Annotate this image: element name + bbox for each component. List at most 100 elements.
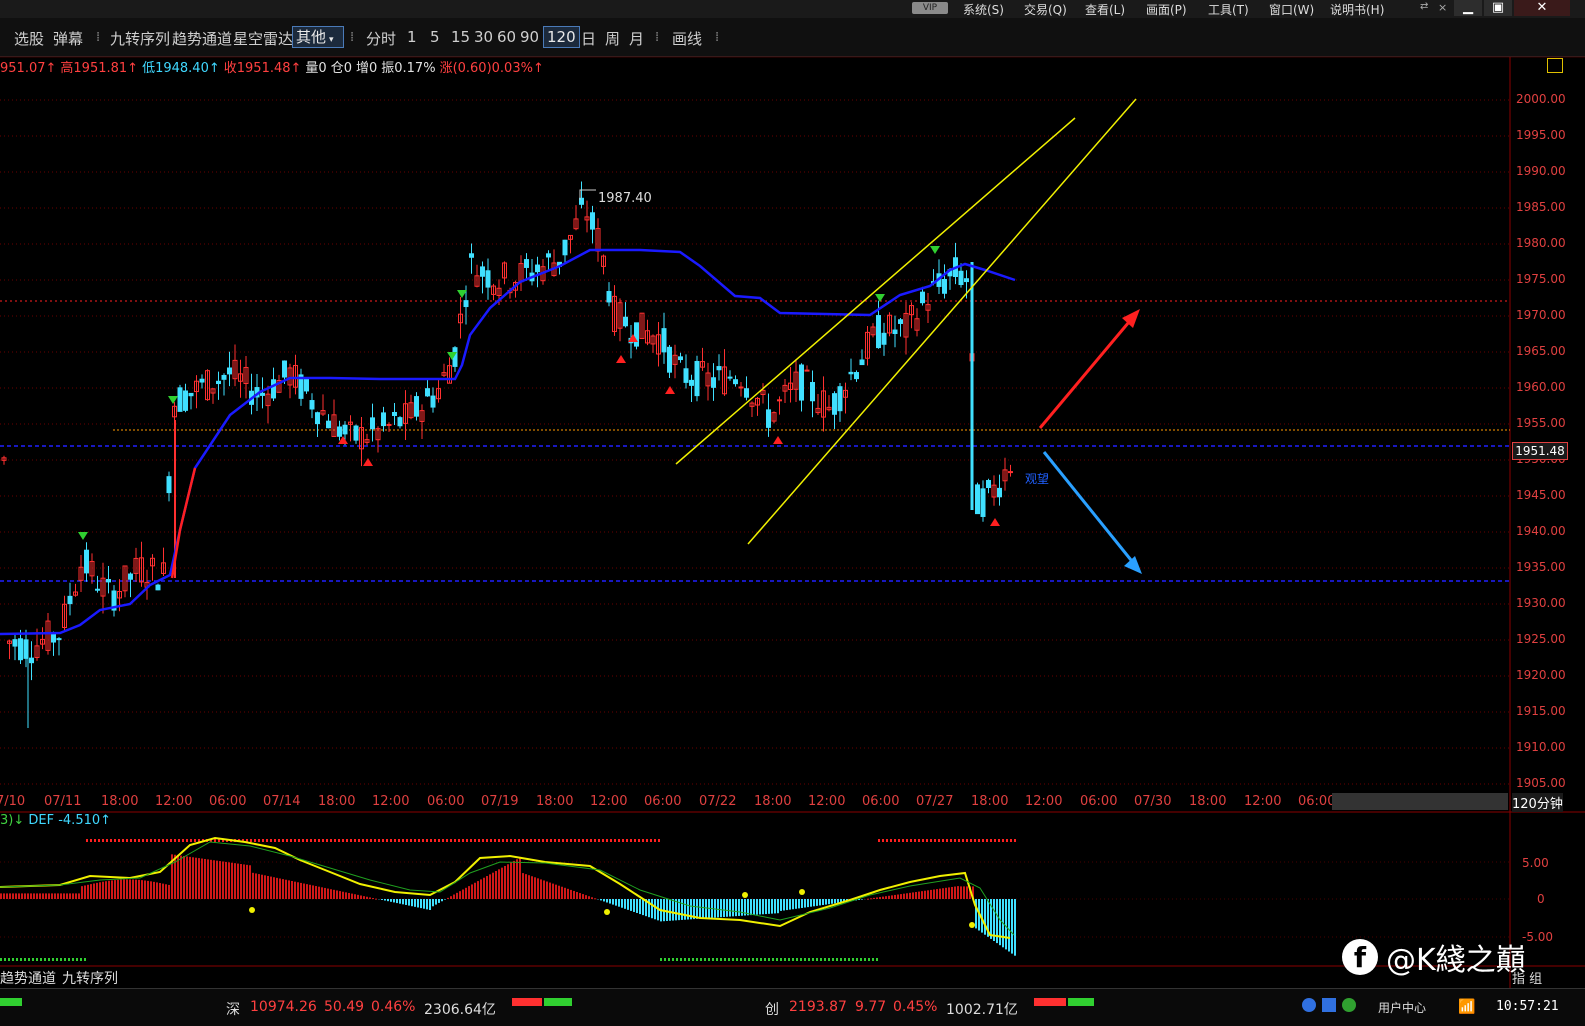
macd-bar xyxy=(741,899,743,916)
macd-bar xyxy=(777,899,779,913)
signal-dot xyxy=(486,839,488,842)
macd-bar xyxy=(426,899,428,909)
macd-bar xyxy=(957,886,959,899)
time-tick: 18:00 xyxy=(536,794,573,809)
candle-body xyxy=(877,316,881,348)
axis-settings-icon[interactable] xyxy=(1547,58,1563,73)
macd-bar xyxy=(924,891,926,899)
signal-dot xyxy=(158,839,160,842)
signal-dot xyxy=(776,958,778,961)
macd-bar xyxy=(210,860,212,899)
price-tick: 1915.00 xyxy=(1516,704,1566,718)
macd-bar xyxy=(585,895,587,899)
macd-bar xyxy=(189,857,191,899)
cross-dot xyxy=(969,922,975,928)
candle-body xyxy=(68,596,72,603)
macd-bar xyxy=(522,873,524,899)
candle-body xyxy=(976,485,980,514)
macd-bar xyxy=(609,899,611,904)
candle-body xyxy=(690,380,694,385)
chart-icon[interactable] xyxy=(1322,998,1336,1012)
s-icon[interactable] xyxy=(1302,998,1316,1012)
macd-bar xyxy=(144,880,146,899)
macd-bar xyxy=(951,887,953,899)
bullish-arrow-line xyxy=(1040,316,1134,428)
signal-dot xyxy=(146,839,148,842)
macd-bar xyxy=(180,856,182,899)
macd-bar xyxy=(588,896,590,899)
time-tick: 18:00 xyxy=(754,794,791,809)
macd-bar xyxy=(393,899,395,902)
signal-dot xyxy=(660,958,662,961)
tab-trend-channel[interactable]: 趋势通道 xyxy=(0,971,56,987)
signal-dot xyxy=(876,958,878,961)
time-axis-highlight xyxy=(1332,793,1508,810)
macd-bar xyxy=(783,899,785,910)
macd-bar xyxy=(69,893,71,899)
user-center-link[interactable]: 用户中心 xyxy=(1378,999,1426,1016)
signal-dot xyxy=(800,958,802,961)
candle-body xyxy=(85,550,89,573)
signal-dot xyxy=(382,839,384,842)
macd-bar xyxy=(159,883,161,899)
indicator-tick: -5.00 xyxy=(1522,930,1553,944)
price-tick: 1985.00 xyxy=(1516,200,1566,214)
macd-bar xyxy=(129,879,131,899)
macd-bar xyxy=(894,895,896,899)
macd-bar xyxy=(432,899,434,906)
macd-bar xyxy=(717,899,719,917)
macd-bar xyxy=(834,899,836,903)
signal-dot xyxy=(466,839,468,842)
signal-dot xyxy=(406,839,408,842)
buy-signal-arrow xyxy=(773,436,783,444)
macd-bar xyxy=(654,899,656,919)
candle-body xyxy=(470,254,474,258)
macd-bar xyxy=(696,899,698,919)
sell-signal-arrow xyxy=(168,396,178,404)
chuang-amount: 1002.71亿 xyxy=(946,999,1018,1019)
signal-dot xyxy=(56,958,58,961)
signal-dot xyxy=(410,839,412,842)
signal-dot xyxy=(322,839,324,842)
candle-body xyxy=(536,265,540,272)
signal-dot xyxy=(610,839,612,842)
signal-dot xyxy=(764,958,766,961)
candle-body xyxy=(668,347,672,372)
time-tick: 12:00 xyxy=(155,794,192,809)
signal-dot xyxy=(114,839,116,842)
macd-bar xyxy=(582,894,584,899)
tab-nine-turn[interactable]: 九转序列 xyxy=(62,971,118,987)
signal-dot xyxy=(446,839,448,842)
candle-body xyxy=(739,387,743,388)
time-tick: 12:00 xyxy=(372,794,409,809)
macd-bar xyxy=(831,899,833,904)
candle-body xyxy=(734,380,738,384)
macd-bar xyxy=(408,899,410,906)
buy-signal-arrow xyxy=(665,386,675,394)
candle-body xyxy=(222,375,226,379)
indicator-tabs: 趋势通道九转序列 xyxy=(0,968,124,986)
signal-dot xyxy=(732,958,734,961)
macd-bar xyxy=(402,899,404,904)
macd-bar xyxy=(879,897,881,899)
candle-body xyxy=(893,330,897,333)
macd-bar xyxy=(753,899,755,915)
macd-bar xyxy=(9,893,11,899)
signal-dot xyxy=(142,839,144,842)
macd-bar xyxy=(945,888,947,899)
candle-body xyxy=(849,372,853,373)
macd-bar xyxy=(534,877,536,899)
macd-bar xyxy=(354,894,356,899)
price-chart[interactable] xyxy=(0,0,1585,1025)
signal-dot xyxy=(302,839,304,842)
signal-dot xyxy=(32,958,34,961)
cross-dot xyxy=(742,892,748,898)
macd-bar xyxy=(288,880,290,899)
macd-bar xyxy=(132,879,134,899)
buy-signal-arrow xyxy=(990,518,1000,526)
macd-bar xyxy=(984,899,986,935)
candle-body xyxy=(800,365,804,400)
macd-bar xyxy=(207,859,209,899)
signal-dot xyxy=(970,839,972,842)
refresh-icon[interactable] xyxy=(1342,998,1356,1012)
